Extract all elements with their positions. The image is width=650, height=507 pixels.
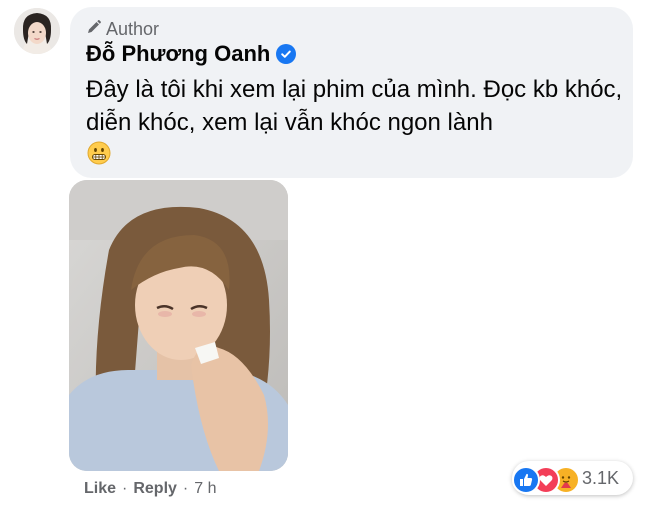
comment-photo[interactable]: [69, 180, 288, 471]
separator: ·: [182, 480, 189, 497]
avatar-image: [14, 8, 60, 54]
grimacing-face-icon: [87, 141, 111, 170]
photo-image: [69, 180, 288, 471]
pencil-icon: [86, 19, 102, 40]
like-link[interactable]: Like: [84, 480, 116, 498]
comment-actions: Like · Reply · 7 h: [84, 480, 217, 498]
author-name[interactable]: Đỗ Phương Oanh: [86, 41, 270, 67]
timestamp[interactable]: 7 h: [194, 480, 216, 498]
reaction-summary[interactable]: 3.1K: [512, 461, 633, 495]
like-icon: [512, 466, 540, 494]
separator: ·: [122, 480, 128, 497]
author-badge: Author: [86, 19, 159, 40]
reply-link[interactable]: Reply: [133, 480, 177, 498]
comment-text: Đây là tôi khi xem lại phim của mình. Đọ…: [86, 76, 623, 136]
reaction-count: 3.1K: [582, 468, 620, 488]
verified-badge-icon: [276, 44, 297, 64]
comment-container: Author Đỗ Phương Oanh Đây là tôi khi xem…: [0, 0, 650, 507]
author-name-row: Đỗ Phương Oanh: [86, 41, 297, 67]
author-badge-label: Author: [106, 19, 160, 39]
avatar[interactable]: [14, 8, 60, 54]
comment-bubble: Author Đỗ Phương Oanh Đây là tôi khi xem…: [70, 7, 633, 178]
